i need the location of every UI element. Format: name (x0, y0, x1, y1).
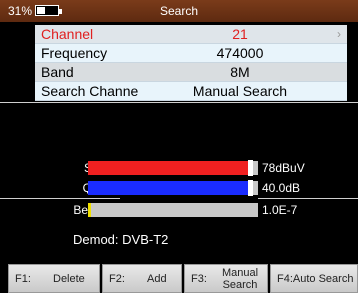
frequency-value: 474000 (216, 45, 264, 61)
page-title: Search (159, 4, 199, 18)
channel-label: Channel (41, 26, 94, 42)
f4-auto-search-button[interactable]: F4:Auto Search (270, 264, 358, 293)
f1-key-label: F1: (15, 273, 31, 285)
title-bar: 31% Search (0, 0, 358, 22)
signal-quality-meter: Q 40.0dB (0, 180, 358, 196)
signal-quality-cap (248, 180, 253, 196)
f3-manual-search-button[interactable]: F3: Manual Search (184, 264, 268, 293)
menu-row-channel[interactable]: Channel 21 › (35, 25, 347, 44)
channel-value: 21 (232, 26, 248, 42)
signal-quality-label: Q (0, 180, 92, 196)
menu-row-frequency[interactable]: Frequency 474000 (35, 44, 347, 63)
divider (0, 198, 120, 199)
search-channel-label: Search Channe (41, 83, 139, 99)
signal-strength-cap (248, 160, 253, 176)
f2-label: Add (147, 273, 167, 285)
function-key-bar: F1: Delete F2: Add F3: Manual Search F4:… (0, 262, 358, 293)
menu-row-band[interactable]: Band 8M (35, 63, 347, 82)
band-label: Band (41, 64, 74, 80)
search-channel-value: Manual Search (192, 83, 288, 99)
signal-quality-value: 40.0dB (262, 181, 301, 195)
signal-quality-bar (88, 181, 248, 195)
menu-row-search-channel[interactable]: Search Channe Manual Search (35, 82, 347, 101)
signal-strength-meter: S 78dBuV (0, 160, 358, 176)
signal-strength-label: S (0, 160, 92, 176)
band-value: 8M (230, 64, 250, 80)
ber-meter: Ber 1.0E-7 (0, 202, 358, 218)
f1-delete-button[interactable]: F1: Delete (8, 264, 100, 293)
demod-label: Demod: DVB-T2 (73, 232, 169, 247)
ber-value: 1.0E-7 (262, 203, 298, 217)
signal-strength-value: 78dBuV (262, 161, 305, 175)
f3-key-label: F3: (191, 273, 207, 285)
ber-track (88, 203, 258, 217)
search-menu: Channel 21 › Frequency 474000 Band 8M Se… (35, 25, 347, 101)
f3-label: Manual Search (221, 267, 259, 291)
signal-strength-track (88, 160, 258, 176)
ber-bar (88, 203, 91, 217)
signal-quality-track (88, 180, 258, 196)
signal-strength-bar (88, 161, 248, 175)
f1-label: Delete (53, 273, 85, 285)
f2-add-button[interactable]: F2: Add (102, 264, 182, 293)
chevron-right-icon[interactable]: › (337, 25, 341, 44)
ber-label: Ber (73, 203, 92, 217)
divider (0, 102, 358, 103)
f2-key-label: F2: (109, 273, 125, 285)
frequency-label: Frequency (41, 45, 108, 61)
divider (258, 198, 358, 199)
f4-label: F4:Auto Search (277, 273, 354, 285)
